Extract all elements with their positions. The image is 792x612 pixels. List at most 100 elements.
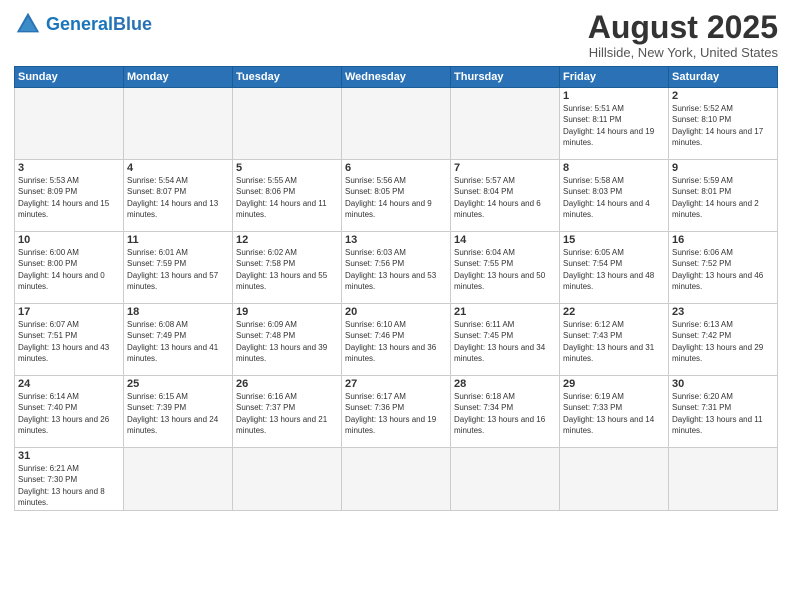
day-number: 21 xyxy=(454,306,556,318)
calendar-cell: 11Sunrise: 6:01 AM Sunset: 7:59 PM Dayli… xyxy=(124,232,233,304)
calendar-cell: 6Sunrise: 5:56 AM Sunset: 8:05 PM Daylig… xyxy=(342,160,451,232)
calendar-cell: 24Sunrise: 6:14 AM Sunset: 7:40 PM Dayli… xyxy=(15,376,124,448)
calendar-cell xyxy=(451,88,560,160)
calendar-table: SundayMondayTuesdayWednesdayThursdayFrid… xyxy=(14,66,778,511)
day-number: 22 xyxy=(563,306,665,318)
week-row-0: 1Sunrise: 5:51 AM Sunset: 8:11 PM Daylig… xyxy=(15,88,778,160)
calendar-cell: 8Sunrise: 5:58 AM Sunset: 8:03 PM Daylig… xyxy=(560,160,669,232)
day-number: 6 xyxy=(345,162,447,174)
calendar-cell: 1Sunrise: 5:51 AM Sunset: 8:11 PM Daylig… xyxy=(560,88,669,160)
calendar-cell xyxy=(15,88,124,160)
calendar-cell: 25Sunrise: 6:15 AM Sunset: 7:39 PM Dayli… xyxy=(124,376,233,448)
day-info: Sunrise: 5:56 AM Sunset: 8:05 PM Dayligh… xyxy=(345,175,447,220)
day-number: 8 xyxy=(563,162,665,174)
calendar-cell xyxy=(451,448,560,511)
calendar-cell xyxy=(342,88,451,160)
day-number: 31 xyxy=(18,450,120,462)
logo: GeneralBlue xyxy=(14,10,152,38)
calendar-cell: 22Sunrise: 6:12 AM Sunset: 7:43 PM Dayli… xyxy=(560,304,669,376)
calendar-cell xyxy=(124,448,233,511)
day-number: 7 xyxy=(454,162,556,174)
day-info: Sunrise: 6:00 AM Sunset: 8:00 PM Dayligh… xyxy=(18,247,120,292)
title-area: August 2025 Hillside, New York, United S… xyxy=(588,10,778,60)
day-info: Sunrise: 6:09 AM Sunset: 7:48 PM Dayligh… xyxy=(236,319,338,364)
calendar-cell: 30Sunrise: 6:20 AM Sunset: 7:31 PM Dayli… xyxy=(669,376,778,448)
logo-general: General xyxy=(46,14,113,34)
calendar-cell: 16Sunrise: 6:06 AM Sunset: 7:52 PM Dayli… xyxy=(669,232,778,304)
day-info: Sunrise: 6:03 AM Sunset: 7:56 PM Dayligh… xyxy=(345,247,447,292)
day-number: 23 xyxy=(672,306,774,318)
day-number: 15 xyxy=(563,234,665,246)
header-cell-sunday: Sunday xyxy=(15,67,124,88)
calendar-cell: 20Sunrise: 6:10 AM Sunset: 7:46 PM Dayli… xyxy=(342,304,451,376)
day-number: 30 xyxy=(672,378,774,390)
day-number: 24 xyxy=(18,378,120,390)
calendar-cell xyxy=(233,88,342,160)
calendar-cell: 10Sunrise: 6:00 AM Sunset: 8:00 PM Dayli… xyxy=(15,232,124,304)
week-row-1: 3Sunrise: 5:53 AM Sunset: 8:09 PM Daylig… xyxy=(15,160,778,232)
day-number: 14 xyxy=(454,234,556,246)
day-info: Sunrise: 6:04 AM Sunset: 7:55 PM Dayligh… xyxy=(454,247,556,292)
calendar-cell: 23Sunrise: 6:13 AM Sunset: 7:42 PM Dayli… xyxy=(669,304,778,376)
day-info: Sunrise: 5:54 AM Sunset: 8:07 PM Dayligh… xyxy=(127,175,229,220)
day-info: Sunrise: 5:53 AM Sunset: 8:09 PM Dayligh… xyxy=(18,175,120,220)
calendar-title: August 2025 xyxy=(588,10,778,45)
day-number: 1 xyxy=(563,90,665,102)
week-row-5: 31Sunrise: 6:21 AM Sunset: 7:30 PM Dayli… xyxy=(15,448,778,511)
day-info: Sunrise: 6:19 AM Sunset: 7:33 PM Dayligh… xyxy=(563,391,665,436)
day-info: Sunrise: 6:10 AM Sunset: 7:46 PM Dayligh… xyxy=(345,319,447,364)
day-info: Sunrise: 5:58 AM Sunset: 8:03 PM Dayligh… xyxy=(563,175,665,220)
header-cell-saturday: Saturday xyxy=(669,67,778,88)
day-number: 11 xyxy=(127,234,229,246)
calendar-cell: 18Sunrise: 6:08 AM Sunset: 7:49 PM Dayli… xyxy=(124,304,233,376)
day-info: Sunrise: 6:11 AM Sunset: 7:45 PM Dayligh… xyxy=(454,319,556,364)
calendar-cell: 5Sunrise: 5:55 AM Sunset: 8:06 PM Daylig… xyxy=(233,160,342,232)
header-cell-friday: Friday xyxy=(560,67,669,88)
day-number: 27 xyxy=(345,378,447,390)
calendar-cell: 4Sunrise: 5:54 AM Sunset: 8:07 PM Daylig… xyxy=(124,160,233,232)
day-number: 13 xyxy=(345,234,447,246)
header: GeneralBlue August 2025 Hillside, New Yo… xyxy=(14,10,778,60)
calendar-cell xyxy=(669,448,778,511)
calendar-cell xyxy=(560,448,669,511)
calendar-cell: 3Sunrise: 5:53 AM Sunset: 8:09 PM Daylig… xyxy=(15,160,124,232)
calendar-cell: 9Sunrise: 5:59 AM Sunset: 8:01 PM Daylig… xyxy=(669,160,778,232)
day-info: Sunrise: 6:08 AM Sunset: 7:49 PM Dayligh… xyxy=(127,319,229,364)
day-number: 16 xyxy=(672,234,774,246)
day-number: 28 xyxy=(454,378,556,390)
day-info: Sunrise: 6:21 AM Sunset: 7:30 PM Dayligh… xyxy=(18,463,120,508)
day-number: 20 xyxy=(345,306,447,318)
day-info: Sunrise: 6:14 AM Sunset: 7:40 PM Dayligh… xyxy=(18,391,120,436)
header-cell-monday: Monday xyxy=(124,67,233,88)
calendar-cell: 27Sunrise: 6:17 AM Sunset: 7:36 PM Dayli… xyxy=(342,376,451,448)
calendar-cell xyxy=(342,448,451,511)
calendar-cell xyxy=(233,448,342,511)
header-cell-wednesday: Wednesday xyxy=(342,67,451,88)
day-number: 3 xyxy=(18,162,120,174)
calendar-cell: 21Sunrise: 6:11 AM Sunset: 7:45 PM Dayli… xyxy=(451,304,560,376)
day-info: Sunrise: 5:51 AM Sunset: 8:11 PM Dayligh… xyxy=(563,103,665,148)
calendar-subtitle: Hillside, New York, United States xyxy=(588,45,778,60)
day-info: Sunrise: 6:13 AM Sunset: 7:42 PM Dayligh… xyxy=(672,319,774,364)
day-number: 25 xyxy=(127,378,229,390)
day-info: Sunrise: 6:16 AM Sunset: 7:37 PM Dayligh… xyxy=(236,391,338,436)
logo-blue: Blue xyxy=(113,14,152,34)
day-number: 26 xyxy=(236,378,338,390)
calendar-cell: 2Sunrise: 5:52 AM Sunset: 8:10 PM Daylig… xyxy=(669,88,778,160)
calendar-cell: 29Sunrise: 6:19 AM Sunset: 7:33 PM Dayli… xyxy=(560,376,669,448)
day-info: Sunrise: 5:59 AM Sunset: 8:01 PM Dayligh… xyxy=(672,175,774,220)
day-info: Sunrise: 6:01 AM Sunset: 7:59 PM Dayligh… xyxy=(127,247,229,292)
day-info: Sunrise: 6:18 AM Sunset: 7:34 PM Dayligh… xyxy=(454,391,556,436)
week-row-2: 10Sunrise: 6:00 AM Sunset: 8:00 PM Dayli… xyxy=(15,232,778,304)
day-number: 5 xyxy=(236,162,338,174)
calendar-cell: 13Sunrise: 6:03 AM Sunset: 7:56 PM Dayli… xyxy=(342,232,451,304)
day-info: Sunrise: 6:20 AM Sunset: 7:31 PM Dayligh… xyxy=(672,391,774,436)
calendar-cell xyxy=(124,88,233,160)
day-info: Sunrise: 6:12 AM Sunset: 7:43 PM Dayligh… xyxy=(563,319,665,364)
day-number: 18 xyxy=(127,306,229,318)
day-number: 17 xyxy=(18,306,120,318)
day-info: Sunrise: 5:57 AM Sunset: 8:04 PM Dayligh… xyxy=(454,175,556,220)
day-number: 4 xyxy=(127,162,229,174)
header-row: SundayMondayTuesdayWednesdayThursdayFrid… xyxy=(15,67,778,88)
calendar-cell: 26Sunrise: 6:16 AM Sunset: 7:37 PM Dayli… xyxy=(233,376,342,448)
